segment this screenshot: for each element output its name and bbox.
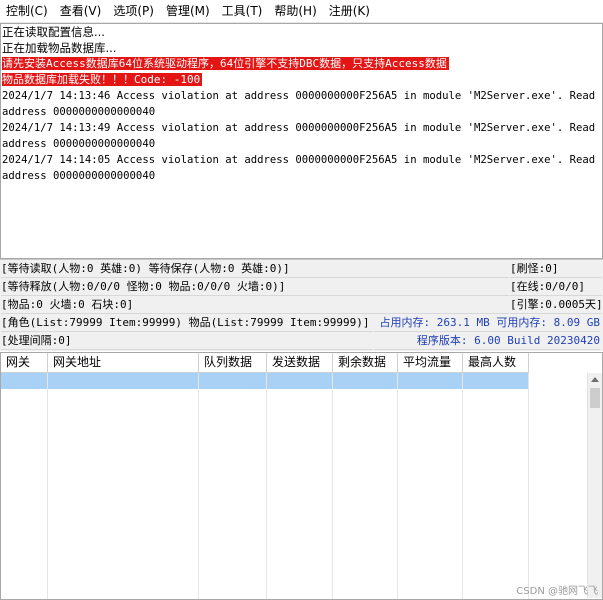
- status-row: [处理间隔:0] 程序版本: 6.00 Build 20230420: [0, 332, 603, 350]
- log-line: 正在加载物品数据库...: [2, 41, 117, 55]
- menu-manage[interactable]: 管理(M): [160, 0, 216, 22]
- table-row-selected[interactable]: [1, 373, 529, 389]
- col-max-users[interactable]: 最高人数: [463, 353, 529, 372]
- column-divider: [397, 373, 398, 599]
- memory-usage: 占用内存: 263.1 MB 可用内存: 8.09 GB: [374, 314, 600, 332]
- status-row: [等待读取(人物:0 英雄:0) 等待保存(人物:0 英雄:0)] [刷怪:0]: [0, 260, 603, 278]
- log-line: 2024/1/7 14:14:05 Access violation at ad…: [2, 154, 603, 166]
- col-send-data[interactable]: 发送数据: [267, 353, 333, 372]
- status-row: [物品:0 火墙:0 石块:0] [引擎:0.0005天]: [0, 296, 603, 314]
- wait-read-save: [等待读取(人物:0 英雄:0) 等待保存(人物:0 英雄:0)]: [1, 260, 509, 278]
- error-highlight: 物品数据库加载失败！！！Code: -100: [2, 73, 203, 86]
- status-row: [角色(List:79999 Item:99999) 物品(List:79999…: [0, 314, 603, 332]
- log-line: 2024/1/7 14:13:46 Access violation at ad…: [2, 90, 603, 102]
- col-remaining-data[interactable]: 剩余数据: [333, 353, 398, 372]
- log-line: address 0000000000000040: [2, 170, 156, 182]
- menu-register[interactable]: 注册(K): [323, 0, 376, 22]
- col-queue-data[interactable]: 队列数据: [199, 353, 267, 372]
- online-count: [在线:0/0/0]: [510, 278, 602, 296]
- engine-uptime: [引擎:0.0005天]: [510, 296, 602, 314]
- menu-control[interactable]: 控制(C): [0, 0, 54, 22]
- col-gateway-address[interactable]: 网关地址: [48, 353, 199, 372]
- watermark: CSDN @驰网飞飞: [516, 586, 598, 597]
- error-highlight: 请先安装Access数据库64位系统驱动程序，64位引擎不支持DBC数据，只支持…: [2, 57, 449, 70]
- log-line: address 0000000000000040: [2, 106, 156, 118]
- log-line: address 0000000000000040: [2, 138, 156, 150]
- col-gateway[interactable]: 网关: [1, 353, 48, 372]
- column-divider: [198, 373, 199, 599]
- menu-bar: 控制(C) 查看(V) 选项(P) 管理(M) 工具(T) 帮助(H) 注册(K…: [0, 0, 603, 23]
- status-row: [等待释放(人物:0/0/0 怪物:0 物品:0/0/0 火墙:0)] [在线:…: [0, 278, 603, 296]
- log-line-error: 请先安装Access数据库64位系统驱动程序，64位引擎不支持DBC数据，只支持…: [1, 56, 602, 72]
- monster-refresh: [刷怪:0]: [510, 260, 602, 278]
- gateway-table[interactable]: 网关 网关地址 队列数据 发送数据 剩余数据 平均流量 最高人数: [0, 352, 603, 600]
- column-divider: [266, 373, 267, 599]
- status-panel: [等待读取(人物:0 英雄:0) 等待保存(人物:0 英雄:0)] [刷怪:0]…: [0, 259, 603, 351]
- menu-tools[interactable]: 工具(T): [216, 0, 269, 22]
- items-count: [物品:0 火墙:0 石块:0]: [1, 296, 509, 314]
- menu-view[interactable]: 查看(V): [54, 0, 108, 22]
- column-divider: [462, 373, 463, 599]
- wait-release: [等待释放(人物:0/0/0 怪物:0 物品:0/0/0 火墙:0)]: [1, 278, 509, 296]
- vertical-scrollbar[interactable]: [587, 373, 602, 598]
- log-panel[interactable]: 正在读取配置信息... 正在加载物品数据库... 请先安装Access数据库64…: [0, 23, 603, 259]
- menu-options[interactable]: 选项(P): [107, 0, 160, 22]
- log-line: 正在读取配置信息...: [2, 25, 105, 39]
- col-avg-traffic[interactable]: 平均流量: [398, 353, 463, 372]
- role-list-info: [角色(List:79999 Item:99999) 物品(List:79999…: [1, 314, 373, 332]
- column-divider: [528, 373, 529, 599]
- menu-help[interactable]: 帮助(H): [268, 0, 322, 22]
- process-interval: [处理间隔:0]: [1, 332, 373, 350]
- column-divider: [47, 373, 48, 599]
- column-divider: [332, 373, 333, 599]
- log-line-error: 物品数据库加载失败！！！Code: -100: [1, 72, 602, 88]
- log-line: 2024/1/7 14:13:49 Access violation at ad…: [2, 122, 603, 134]
- program-version: 程序版本: 6.00 Build 20230420: [374, 332, 600, 350]
- table-header: 网关 网关地址 队列数据 发送数据 剩余数据 平均流量 最高人数: [1, 353, 529, 373]
- scroll-up-icon[interactable]: [591, 377, 599, 382]
- scroll-thumb[interactable]: [590, 388, 600, 408]
